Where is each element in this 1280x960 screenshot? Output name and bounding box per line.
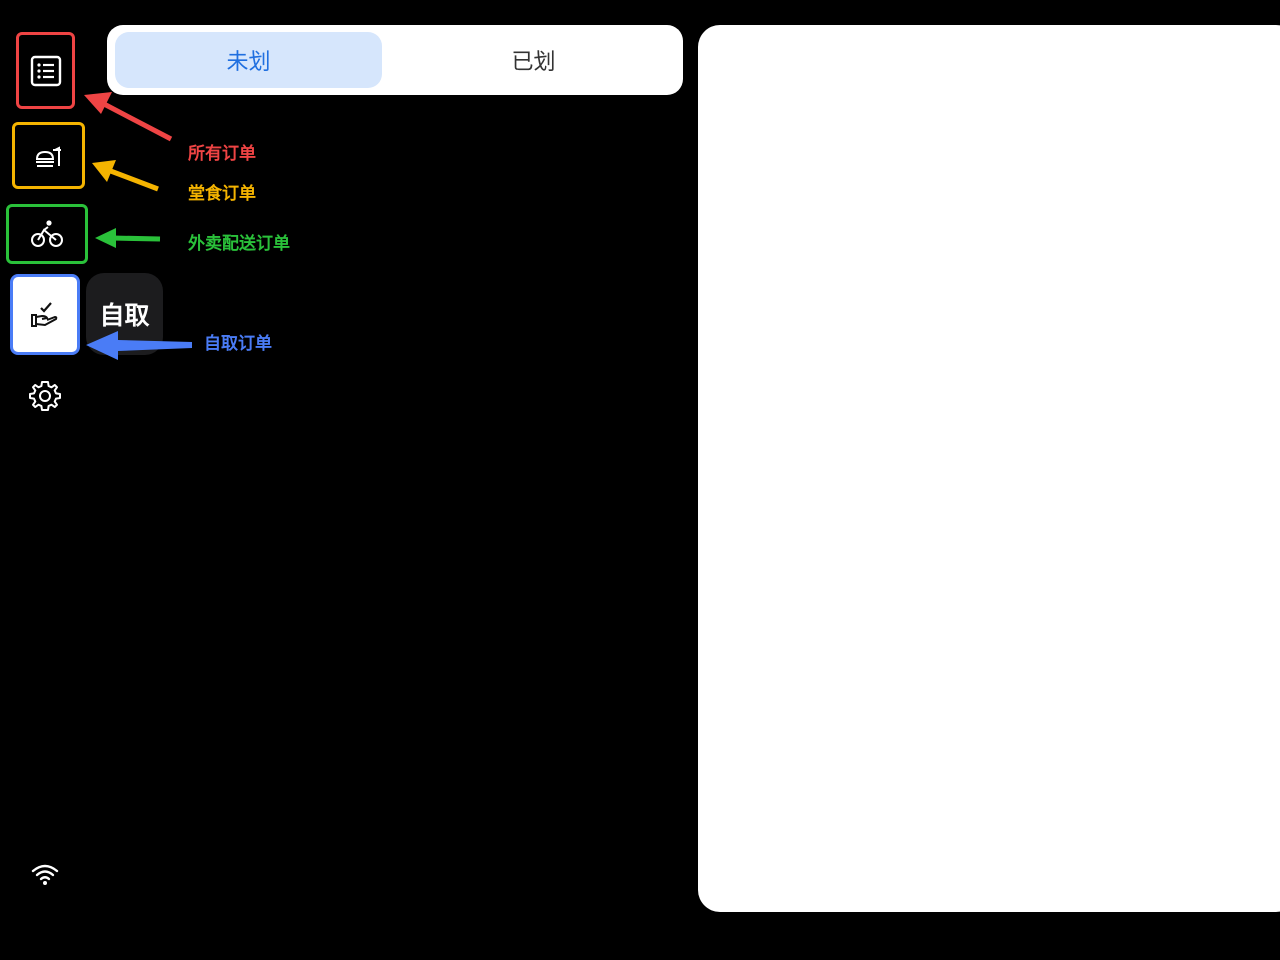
- hand-check-icon: [29, 299, 61, 331]
- order-tabs: 未划 已划: [107, 25, 683, 95]
- annotation-delivery: 外卖配送订单: [188, 234, 290, 254]
- nav-delivery[interactable]: [6, 204, 88, 264]
- nav-pickup[interactable]: [10, 274, 80, 355]
- arrow-all-orders: [84, 92, 173, 142]
- gear-icon: [29, 380, 61, 412]
- nav-all-orders[interactable]: [16, 32, 75, 109]
- wifi-icon: [31, 863, 59, 891]
- pickup-tooltip: 自取: [86, 273, 163, 355]
- annotation-pickup: 自取订单: [204, 334, 272, 354]
- nav-dine-in[interactable]: [12, 122, 85, 189]
- arrow-delivery: [95, 228, 161, 248]
- bicycle-icon: [30, 219, 64, 249]
- tab-unassigned[interactable]: 未划: [115, 32, 382, 88]
- settings-button[interactable]: [27, 378, 63, 414]
- tab-assigned[interactable]: 已划: [392, 32, 675, 88]
- annotation-all-orders: 所有订单: [188, 144, 256, 164]
- dine-in-icon: [33, 140, 65, 172]
- arrow-dine-in: [92, 160, 159, 192]
- annotation-dine-in: 堂食订单: [188, 184, 256, 204]
- list-icon: [29, 54, 63, 88]
- order-detail-panel: [698, 25, 1280, 912]
